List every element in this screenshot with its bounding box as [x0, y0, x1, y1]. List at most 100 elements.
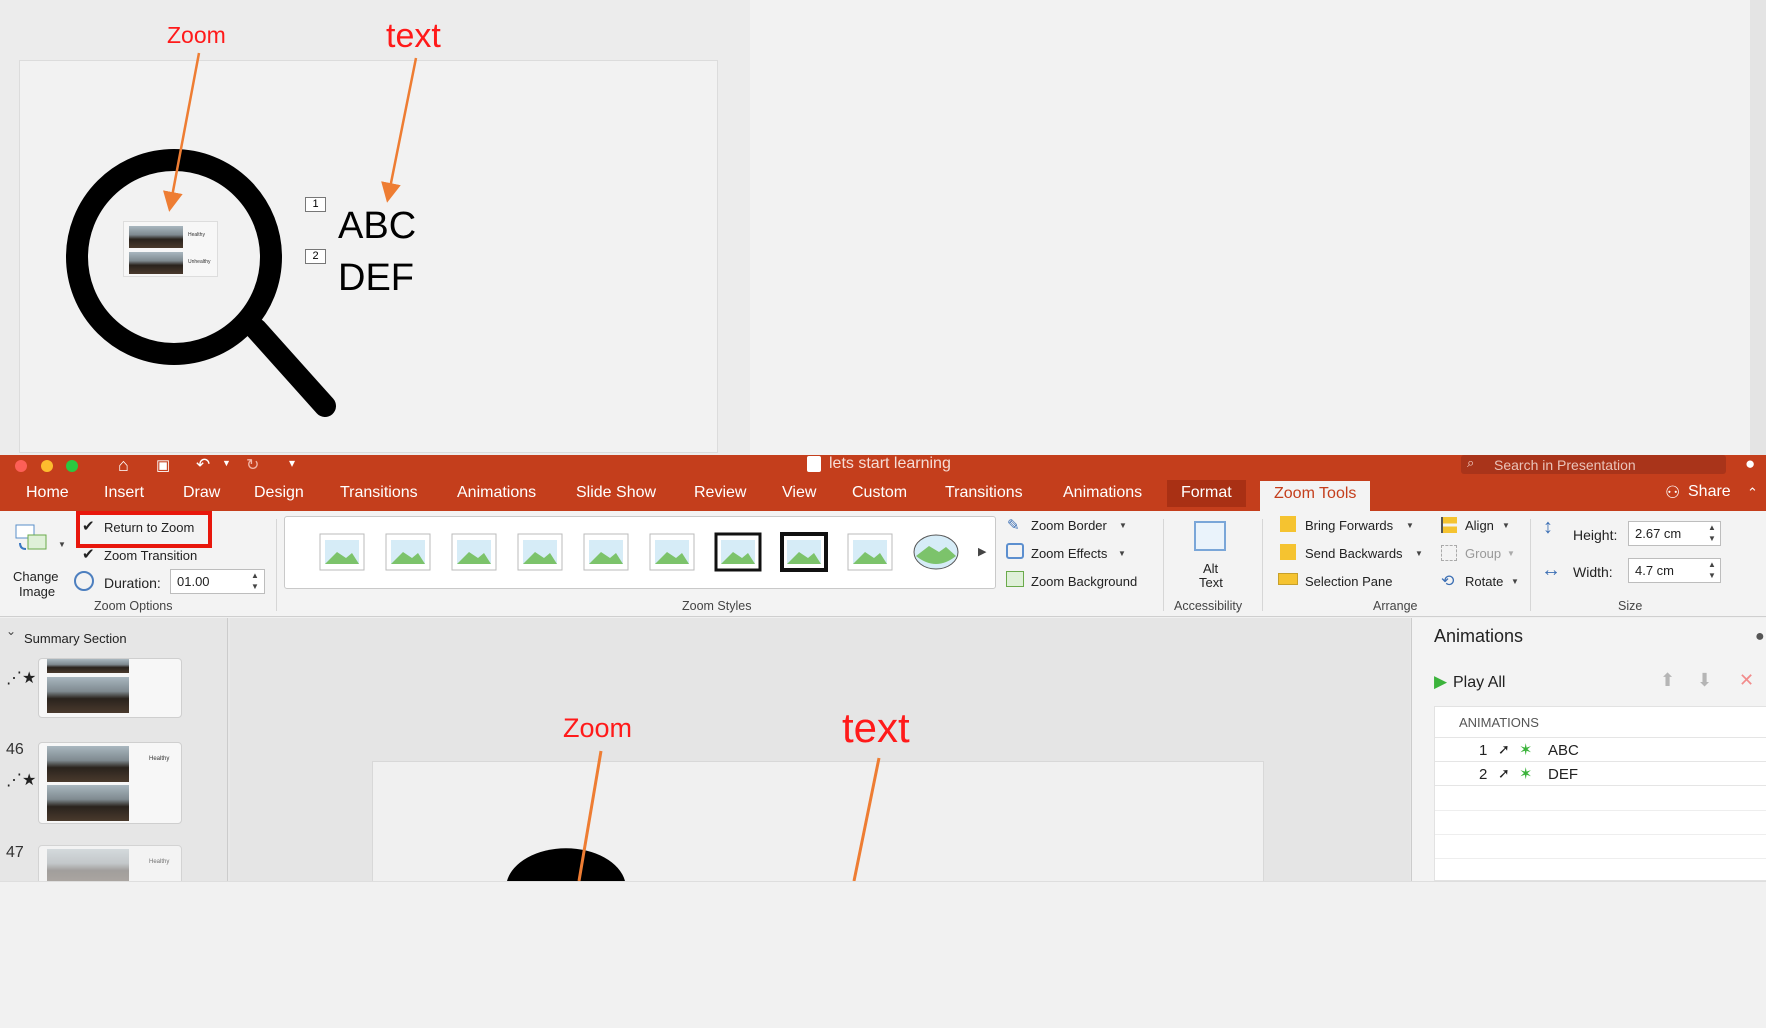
section-collapse-icon[interactable]: ⌄ — [6, 624, 16, 638]
play-all-button[interactable]: Play All — [1453, 674, 1505, 692]
maximize-window-button[interactable] — [66, 460, 78, 472]
rotate-dropdown-icon[interactable]: ▼ — [1511, 577, 1519, 586]
search-box[interactable]: ⌕ Search in Presentation — [1461, 455, 1726, 474]
duration-stepper-icon[interactable]: ▲ ▼ — [251, 570, 259, 592]
align-button[interactable]: Align — [1465, 518, 1494, 533]
move-up-icon[interactable]: ⬆ — [1660, 670, 1675, 691]
undo-dropdown-icon[interactable]: ▼ — [222, 458, 231, 468]
height-icon: ↕ — [1543, 516, 1553, 538]
zoom-effects-icon — [1006, 543, 1024, 559]
click-trigger-icon: ➚ — [1498, 765, 1510, 781]
gallery-more-icon[interactable]: ▶ — [978, 545, 986, 558]
list-empty-row — [1435, 858, 1766, 859]
delete-animation-icon[interactable]: ✕ — [1739, 670, 1754, 691]
width-stepper-icon[interactable]: ▲ ▼ — [1708, 559, 1716, 581]
group-icon — [1441, 545, 1457, 561]
customize-toolbar-icon[interactable]: ▾ — [289, 456, 295, 470]
pane-options-icon[interactable]: ● — [1755, 628, 1765, 646]
section-label[interactable]: Summary Section — [24, 631, 127, 646]
tab-custom[interactable]: Custom — [852, 484, 907, 502]
separator — [1262, 519, 1263, 611]
separator — [276, 519, 277, 611]
zoom-background-button[interactable]: Zoom Background — [1031, 574, 1137, 589]
zoom-border-button[interactable]: Zoom Border — [1031, 518, 1107, 533]
tab-insert[interactable]: Insert — [104, 484, 144, 502]
ribbon-tabs: Home Insert Draw Design Transitions Anim… — [0, 477, 1766, 511]
animation-item-number: 2 — [1479, 766, 1488, 783]
document-icon — [807, 456, 821, 472]
animation-item-1[interactable]: 1 ➚ ✶ ABC — [1435, 738, 1766, 762]
slide-thumbnail-47[interactable]: Healthy — [38, 845, 182, 885]
animations-pane-title: Animations — [1434, 626, 1524, 646]
send-backwards-dropdown-icon[interactable]: ▼ — [1415, 549, 1423, 558]
send-backwards-button[interactable]: Send Backwards — [1305, 546, 1403, 561]
group-button[interactable]: Group — [1465, 546, 1501, 561]
animation-item-2[interactable]: 2 ➚ ✶ DEF — [1435, 762, 1766, 786]
return-to-zoom-checkbox[interactable]: ✔ — [82, 517, 95, 535]
thumbnail-image — [47, 746, 129, 782]
align-dropdown-icon[interactable]: ▼ — [1502, 521, 1510, 530]
list-empty-row — [1435, 834, 1766, 835]
home-icon[interactable]: ⌂ — [118, 455, 129, 476]
collapse-ribbon-icon[interactable]: ⌃ — [1747, 485, 1758, 501]
zoom-effects-dropdown-icon[interactable]: ▼ — [1118, 549, 1126, 558]
animation-item-number: 1 — [1479, 742, 1488, 759]
top-right-blank — [750, 0, 1766, 455]
save-icon[interactable]: ▣ — [156, 456, 170, 474]
width-label: Width: — [1573, 564, 1613, 580]
click-trigger-icon: ➚ — [1498, 741, 1510, 757]
tab-format[interactable]: Format — [1167, 480, 1246, 507]
slide-editing-canvas[interactable]: Zoom text — [230, 618, 1410, 891]
bring-forwards-dropdown-icon[interactable]: ▼ — [1406, 521, 1414, 530]
tab-zoom-tools[interactable]: Zoom Tools — [1259, 480, 1372, 511]
tab-view[interactable]: View — [782, 484, 816, 502]
slide-number-47: 47 — [6, 844, 24, 861]
close-window-button[interactable] — [15, 460, 27, 472]
search-icon: ⌕ — [1467, 455, 1475, 470]
change-image-button[interactable]: ▼ Change Image — [10, 521, 66, 601]
slide-thumbnail-46[interactable]: Healthy — [38, 742, 182, 824]
send-backwards-icon — [1280, 544, 1296, 560]
bottom-blank-area — [0, 881, 1766, 1028]
redo-icon[interactable]: ↻ — [246, 455, 259, 475]
share-icon[interactable]: ⚇ — [1665, 483, 1680, 503]
tab-transitions[interactable]: Transitions — [340, 484, 418, 502]
zoom-style-thumbnails — [319, 532, 959, 572]
play-all-icon[interactable]: ▶ — [1434, 672, 1447, 692]
title-bar: ⌂ ▣ ↶ ▼ ↻ ▾ lets start learning ⌕ Search… — [0, 454, 1766, 477]
account-icon[interactable]: ● — [1745, 454, 1755, 474]
group-dropdown-icon[interactable]: ▼ — [1507, 549, 1515, 558]
tab-animations[interactable]: Animations — [457, 484, 536, 502]
tab-transitions-2[interactable]: Transitions — [945, 484, 1023, 502]
move-down-icon[interactable]: ⬇ — [1697, 670, 1712, 691]
zoom-transition-checkbox[interactable]: ✔ — [82, 545, 95, 563]
share-button[interactable]: Share — [1688, 483, 1731, 501]
height-stepper-icon[interactable]: ▲ ▼ — [1708, 522, 1716, 544]
zoom-border-dropdown-icon[interactable]: ▼ — [1119, 521, 1127, 530]
zoom-effects-button[interactable]: Zoom Effects — [1031, 546, 1107, 561]
rotate-button[interactable]: Rotate — [1465, 574, 1503, 589]
tab-home[interactable]: Home — [26, 484, 69, 502]
tab-draw[interactable]: Draw — [183, 484, 220, 502]
slide-thumbnails-panel[interactable]: ⌄ Summary Section ⋰★ 46 Healthy ⋰★ 47 He… — [0, 618, 228, 885]
selection-pane-button[interactable]: Selection Pane — [1305, 574, 1392, 589]
slide-thumbnail-45[interactable] — [38, 658, 182, 718]
undo-icon[interactable]: ↶ — [196, 455, 210, 475]
change-image-icon — [14, 523, 50, 555]
tab-slide-show[interactable]: Slide Show — [576, 484, 656, 502]
change-image-label-1: Change — [13, 569, 59, 584]
thumbnail-image — [47, 677, 129, 713]
animation-star-icon: ⋰★ — [6, 670, 37, 687]
tab-animations-2[interactable]: Animations — [1063, 484, 1142, 502]
window-edge — [1750, 0, 1766, 455]
alt-text-button[interactable]: Alt Text — [1186, 521, 1236, 591]
tab-design[interactable]: Design — [254, 484, 304, 502]
minimize-window-button[interactable] — [41, 460, 53, 472]
align-icon — [1441, 517, 1457, 533]
return-to-zoom-label: Return to Zoom — [104, 520, 195, 535]
zoom-background-icon — [1006, 571, 1024, 587]
animation-item-name: ABC — [1548, 742, 1579, 759]
bring-forwards-button[interactable]: Bring Forwards — [1305, 518, 1393, 533]
tab-review[interactable]: Review — [694, 484, 746, 502]
rotate-icon: ⟲ — [1441, 573, 1455, 590]
